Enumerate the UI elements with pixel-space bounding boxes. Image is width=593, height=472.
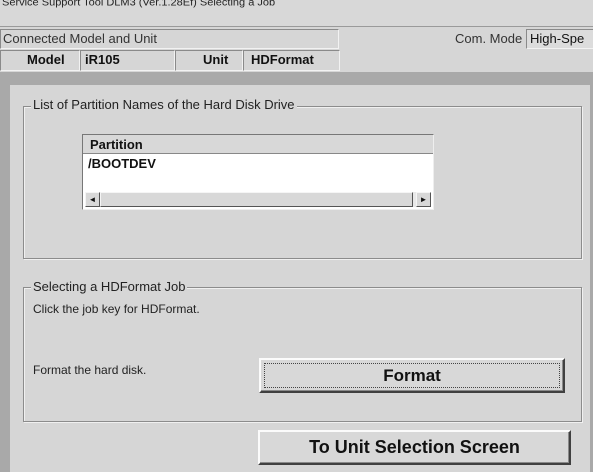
partition-name: /BOOTDEV — [88, 156, 156, 171]
scrollbar-thumb[interactable] — [100, 192, 413, 207]
unit-selection-button[interactable]: To Unit Selection Screen — [258, 430, 571, 465]
unit-value: HDFormat — [243, 50, 340, 71]
com-mode-label: Com. Mode — [455, 31, 523, 46]
format-description: Format the hard disk. — [33, 363, 147, 377]
job-group-title: Selecting a HDFormat Job — [31, 279, 188, 294]
model-label: Model — [0, 50, 80, 71]
table-row[interactable]: /BOOTDEV — [83, 155, 433, 173]
window-title: Service Support Tool DLM3 (Ver.1.28Ef) S… — [2, 0, 276, 9]
connection-info-panel: Connected Model and Unit Com. Mode High-… — [0, 27, 593, 72]
format-button[interactable]: Format — [259, 358, 565, 393]
job-instruction: Click the job key for HDFormat. — [33, 302, 200, 316]
scroll-right-icon[interactable]: ► — [416, 192, 431, 207]
partition-group-title: List of Partition Names of the Hard Disk… — [31, 97, 297, 112]
com-mode-value: High-Spe — [526, 29, 593, 49]
format-button-label: Format — [264, 363, 560, 388]
window-title-bar: Service Support Tool DLM3 (Ver.1.28Ef) S… — [0, 0, 593, 27]
unit-selection-button-label: To Unit Selection Screen — [309, 437, 520, 457]
model-value: iR105 — [80, 50, 175, 71]
scroll-left-icon[interactable]: ◄ — [85, 192, 100, 207]
partition-table[interactable]: Partition /BOOTDEV ◄ ► — [82, 134, 434, 210]
partition-column-header-label: Partition — [90, 137, 143, 152]
partition-column-header[interactable]: Partition — [83, 135, 433, 154]
horizontal-scrollbar[interactable]: ◄ ► — [85, 192, 431, 207]
connected-model-unit-label: Connected Model and Unit — [0, 29, 339, 49]
unit-label: Unit — [175, 50, 243, 71]
